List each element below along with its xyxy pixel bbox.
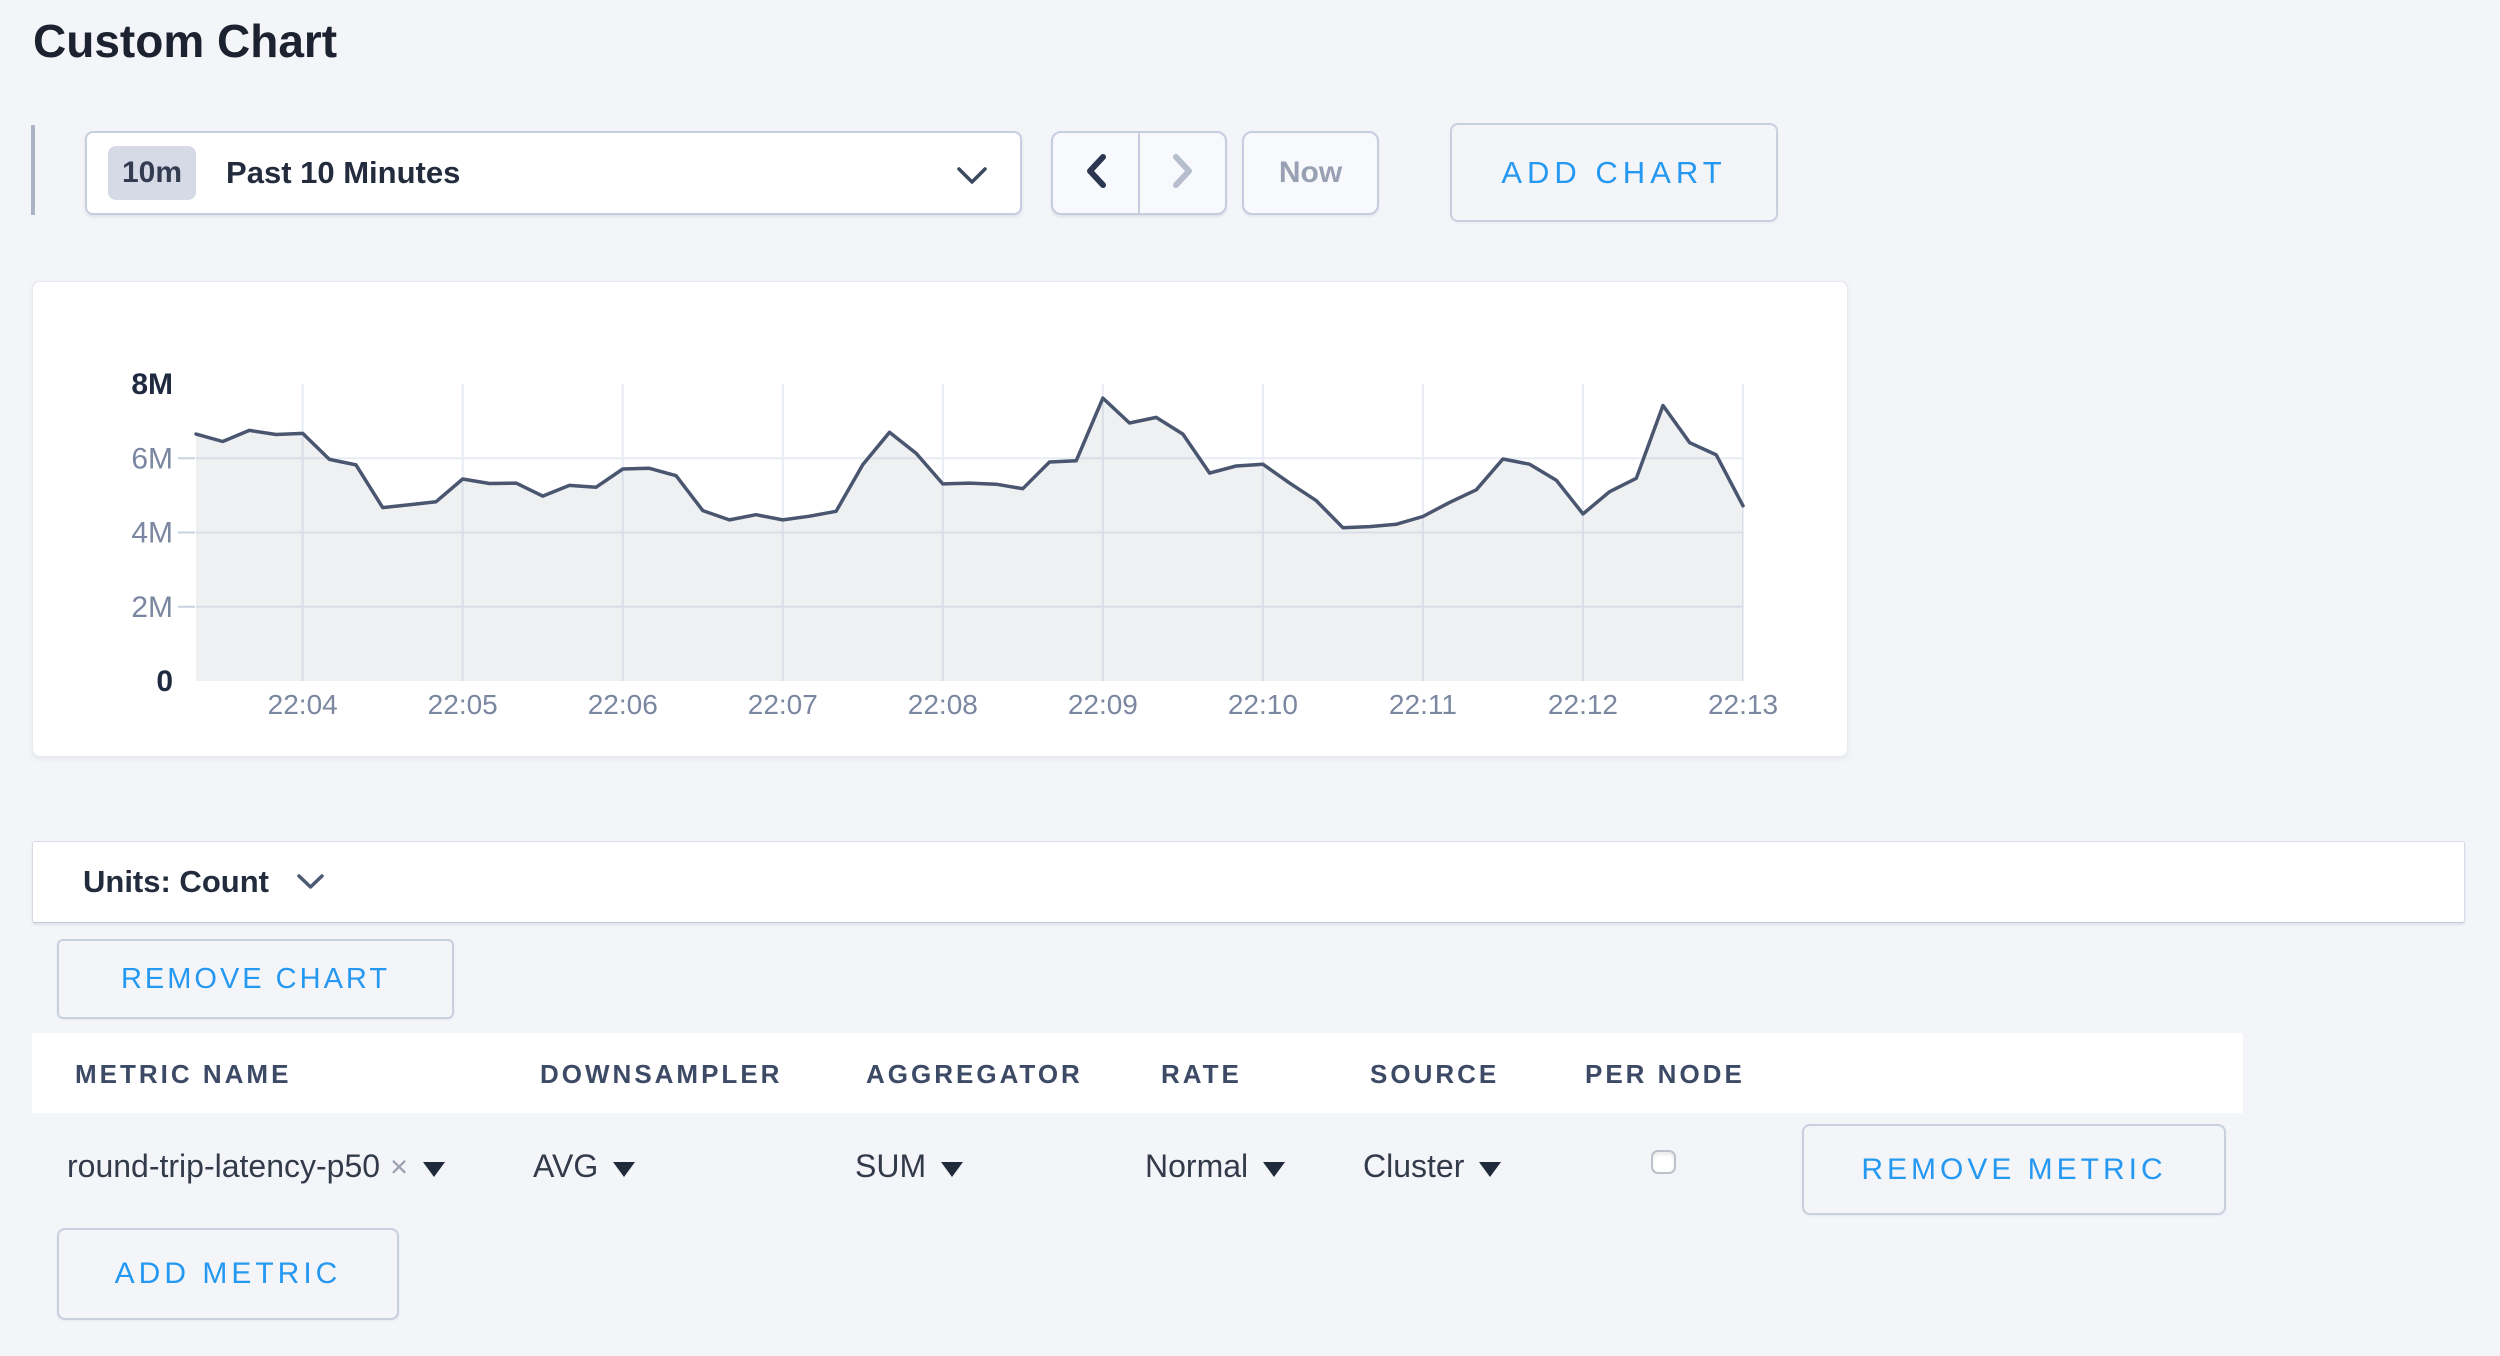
col-header-aggregator: AGGREGATOR — [866, 1059, 1083, 1090]
time-window-label: Past 10 Minutes — [226, 155, 460, 191]
col-header-source: SOURCE — [1370, 1059, 1499, 1090]
units-label: Units: Count — [83, 864, 269, 900]
svg-text:22:08: 22:08 — [908, 689, 978, 720]
metrics-table-header: METRIC NAME DOWNSAMPLER AGGREGATOR RATE … — [32, 1033, 2243, 1113]
svg-text:0: 0 — [156, 665, 173, 698]
add-chart-button[interactable]: ADD CHART — [1450, 123, 1778, 222]
svg-text:4M: 4M — [131, 517, 173, 550]
toolbar-accent-bar — [31, 125, 35, 215]
svg-text:22:13: 22:13 — [1708, 689, 1778, 720]
time-window-badge: 10m — [108, 146, 196, 200]
page-title: Custom Chart — [33, 14, 337, 68]
col-header-rate: RATE — [1161, 1059, 1242, 1090]
add-metric-button[interactable]: ADD METRIC — [57, 1228, 399, 1320]
clear-metric-icon[interactable]: × — [390, 1149, 408, 1185]
caret-down-icon — [1263, 1162, 1285, 1177]
metric-name-select[interactable]: round-trip-latency-p50 × — [67, 1148, 445, 1185]
downsampler-select[interactable]: AVG — [533, 1148, 635, 1185]
chevron-down-icon — [297, 874, 324, 896]
svg-text:22:11: 22:11 — [1389, 689, 1457, 720]
rate-select[interactable]: Normal — [1145, 1148, 1285, 1185]
time-window-dropdown[interactable]: 10m Past 10 Minutes — [85, 131, 1022, 215]
time-back-button[interactable] — [1053, 133, 1140, 213]
svg-text:22:06: 22:06 — [588, 689, 658, 720]
metric-chart-card: 22:04 22:05 22:06 22:07 22:08 22:09 22:10 22:11… — [32, 281, 1848, 757]
metric-name-value: round-trip-latency-p50 — [67, 1148, 380, 1185]
svg-text:2M: 2M — [131, 591, 173, 624]
caret-down-icon — [1479, 1162, 1501, 1177]
caret-down-icon — [613, 1162, 635, 1177]
remove-metric-button[interactable]: REMOVE METRIC — [1802, 1124, 2226, 1215]
caret-down-icon — [423, 1162, 445, 1177]
time-nav-group — [1051, 131, 1227, 215]
metric-chart[interactable]: 22:04 22:05 22:06 22:07 22:08 22:09 22:10 22:11… — [33, 282, 1849, 758]
downsampler-value: AVG — [533, 1148, 598, 1185]
now-button[interactable]: Now — [1242, 131, 1379, 215]
caret-down-icon — [941, 1162, 963, 1177]
time-forward-button[interactable] — [1140, 133, 1225, 213]
source-select[interactable]: Cluster — [1363, 1148, 1501, 1185]
col-header-downsampler: DOWNSAMPLER — [540, 1059, 782, 1090]
chevron-down-icon — [956, 166, 988, 191]
svg-text:22:10: 22:10 — [1228, 689, 1298, 720]
aggregator-select[interactable]: SUM — [855, 1148, 963, 1185]
per-node-checkbox[interactable] — [1651, 1150, 1676, 1174]
chevron-right-icon — [1170, 152, 1196, 195]
source-value: Cluster — [1363, 1148, 1464, 1185]
remove-chart-button[interactable]: REMOVE CHART — [57, 939, 454, 1019]
svg-text:8M: 8M — [131, 368, 173, 401]
col-header-metric-name: METRIC NAME — [75, 1059, 291, 1090]
svg-text:22:12: 22:12 — [1548, 689, 1618, 720]
chevron-left-icon — [1083, 152, 1109, 195]
aggregator-value: SUM — [855, 1148, 926, 1185]
col-header-per-node: PER NODE — [1585, 1059, 1745, 1090]
rate-value: Normal — [1145, 1148, 1248, 1185]
svg-text:22:09: 22:09 — [1068, 689, 1138, 720]
svg-text:22:05: 22:05 — [428, 689, 498, 720]
svg-text:22:04: 22:04 — [268, 689, 338, 720]
svg-text:22:07: 22:07 — [748, 689, 818, 720]
units-dropdown[interactable]: Units: Count — [32, 841, 2465, 923]
svg-text:6M: 6M — [131, 442, 173, 475]
